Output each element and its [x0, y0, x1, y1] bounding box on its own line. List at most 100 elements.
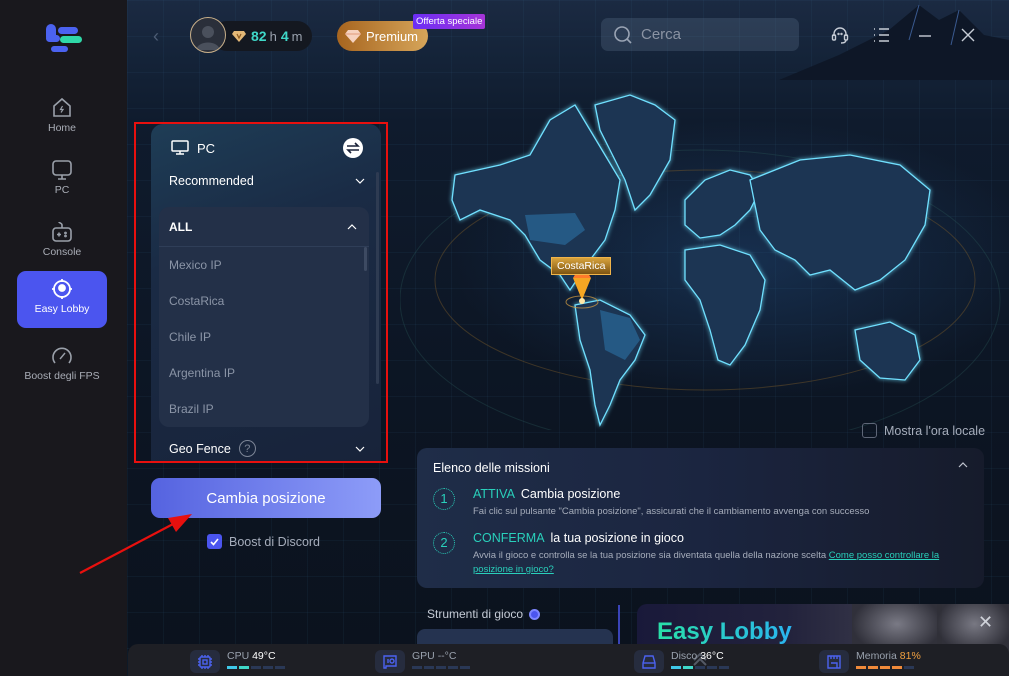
memory-label: Memoria — [856, 650, 897, 662]
step-description-text: Avvia il gioco e controlla se la tua pos… — [473, 550, 829, 561]
back-icon[interactable]: ‹ — [153, 26, 167, 46]
time-balance: 82 h 4 m — [212, 21, 312, 51]
hours-value: 82 — [251, 28, 267, 44]
meter-segment — [412, 666, 422, 669]
memory-value: 81% — [899, 650, 921, 662]
cpu-level-bars — [227, 666, 285, 669]
discord-boost-checkbox[interactable]: Boost di Discord — [207, 534, 320, 549]
sidebar-item-label: Easy Lobby — [34, 303, 90, 315]
show-local-time-checkbox[interactable]: Mostra l'ora locale — [862, 423, 985, 438]
step-description: Fai clic sul pulsante "Cambia posizione"… — [473, 506, 870, 517]
checkbox-checked[interactable] — [207, 534, 222, 549]
cpu-chip-icon — [198, 654, 212, 669]
minimize-icon[interactable] — [915, 25, 935, 45]
step-number: 2 — [433, 532, 455, 554]
step-title-text: Cambia posizione — [520, 487, 621, 501]
missions-panel: Elenco delle missioni 1 ATTIVA Cambia pos… — [417, 448, 984, 588]
disk-value: 36°C — [700, 650, 724, 662]
highlight-annotation-box — [134, 122, 388, 463]
sidebar-item-easy-lobby[interactable]: Easy Lobby — [17, 271, 107, 328]
meter-segment — [263, 666, 273, 669]
support-headset-icon[interactable] — [830, 25, 850, 45]
meter-segment — [856, 666, 866, 669]
meter-segment — [904, 666, 914, 669]
missions-title: Elenco delle missioni — [433, 461, 550, 475]
meter-segment — [275, 666, 285, 669]
disk-level-bars — [671, 666, 729, 669]
meter-segment — [671, 666, 681, 669]
meter-segment — [460, 666, 470, 669]
selected-location-tag: CostaRica — [551, 257, 612, 275]
meter-segment — [424, 666, 434, 669]
disk-drive-icon — [642, 654, 656, 669]
monitor-icon — [52, 160, 72, 180]
special-offer-badge[interactable]: Offerta speciale — [413, 14, 486, 29]
cpu-value: 49°C — [252, 650, 276, 662]
speedometer-icon — [52, 347, 72, 364]
gpu-label: GPU — [412, 650, 435, 662]
sidebar-item-home[interactable]: Home — [17, 90, 107, 146]
gamepad-icon — [52, 221, 72, 242]
search-box[interactable] — [601, 18, 799, 51]
checkbox[interactable] — [862, 423, 877, 438]
discord-boost-label: Boost di Discord — [229, 534, 321, 549]
minutes-unit: m — [291, 28, 303, 44]
sidebar-item-label: Console — [42, 246, 82, 258]
europe — [684, 169, 761, 239]
avatar[interactable] — [190, 17, 226, 53]
banner-close-icon[interactable]: ✕ — [978, 612, 993, 633]
home-icon — [53, 97, 71, 117]
sidebar-item-pc[interactable]: PC — [17, 152, 107, 208]
meter-segment — [227, 666, 237, 669]
gpu-value: --°C — [437, 650, 457, 662]
game-tools-title: Strumenti di gioco — [427, 607, 524, 621]
memory-card-icon — [827, 654, 841, 669]
sidebar-item-boost-fps[interactable]: Boost degli FPS — [17, 338, 107, 394]
chevron-up-icon[interactable] — [958, 462, 968, 468]
diamond-icon — [232, 31, 246, 42]
minutes-value: 4 — [280, 28, 289, 44]
premium-label: Premium — [366, 28, 419, 44]
sidebar-item-console[interactable]: Console — [17, 214, 107, 270]
step-keyword: ATTIVA — [473, 487, 515, 501]
meter-segment — [251, 666, 261, 669]
step-title-text: la tua posizione in gioco — [550, 531, 684, 545]
system-status-bar: CPU 49°C GPU --°C Disco 36°C Memoria 81% — [128, 644, 1009, 676]
sidebar-item-label: Home — [47, 122, 76, 134]
hours-unit: h — [269, 28, 277, 44]
memory-level-bars — [856, 666, 921, 669]
memory-stat: Memoria 81% — [819, 650, 921, 673]
meter-segment — [707, 666, 717, 669]
step-description: Avvia il gioco e controlla se la tua pos… — [473, 549, 963, 577]
gpu-level-bars — [412, 666, 470, 669]
tools-settings-icon[interactable] — [529, 608, 541, 620]
banner-title: Easy Lobby — [657, 618, 792, 645]
meter-segment — [880, 666, 890, 669]
meter-segment — [239, 666, 249, 669]
meter-segment — [868, 666, 878, 669]
meter-segment — [683, 666, 693, 669]
logo-icon — [44, 24, 82, 52]
disk-stat: Disco 36°C — [634, 650, 729, 673]
cpu-label: CPU — [227, 650, 250, 662]
search-icon — [614, 25, 632, 44]
meter-segment — [695, 666, 705, 669]
check-icon — [210, 537, 219, 546]
arrow-annotation — [79, 514, 192, 574]
sidebar-item-label: PC — [54, 184, 70, 196]
step-number: 1 — [433, 488, 455, 510]
close-icon[interactable] — [958, 25, 978, 45]
world-map[interactable] — [400, 60, 1009, 430]
game-tools-header: Strumenti di gioco — [427, 607, 541, 621]
meter-segment — [436, 666, 446, 669]
meter-segment — [719, 666, 729, 669]
asia — [749, 154, 931, 291]
gpu-icon — [383, 654, 397, 669]
show-local-time-label: Mostra l'ora locale — [884, 423, 986, 438]
meter-segment — [892, 666, 902, 669]
gem-icon — [345, 30, 361, 43]
menu-list-icon[interactable] — [872, 25, 892, 45]
cpu-stat: CPU 49°C — [190, 650, 285, 673]
search-input[interactable] — [641, 26, 791, 43]
step-title: ATTIVA Cambia posizione — [473, 487, 620, 501]
